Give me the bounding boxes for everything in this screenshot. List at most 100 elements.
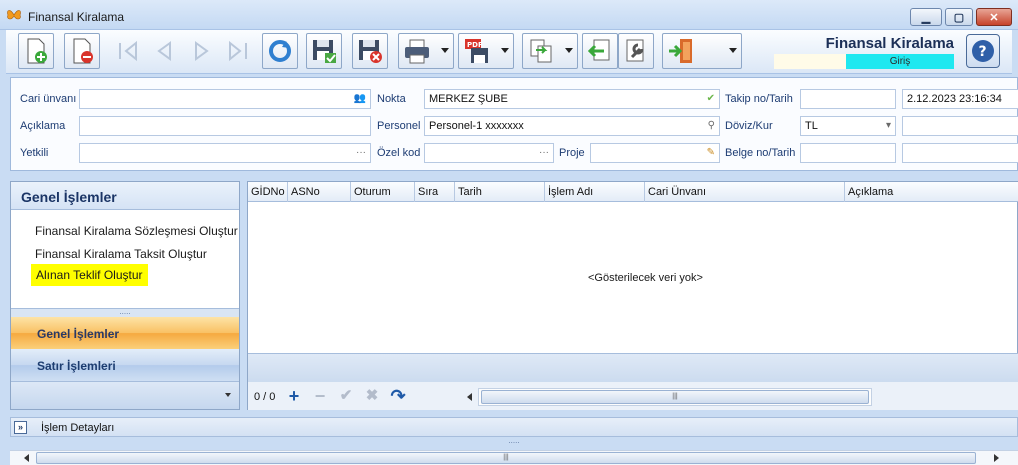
proje-label: Proje (559, 147, 585, 159)
chevron-down-icon (501, 48, 509, 53)
first-record-button[interactable] (110, 33, 146, 69)
refresh-icon (269, 40, 291, 62)
remove-row-icon[interactable]: − (310, 386, 330, 406)
column-header[interactable]: Açıklama (845, 182, 1018, 202)
maximize-button[interactable]: ▢ (945, 8, 973, 26)
import-button[interactable] (582, 33, 618, 69)
help-icon: ? (972, 40, 994, 62)
ellipsis-icon[interactable]: ··· (539, 144, 549, 162)
scroll-left-icon[interactable] (467, 393, 472, 401)
save-button[interactable] (306, 33, 342, 69)
print-icon (405, 39, 429, 64)
checkmark-icon[interactable]: ✔ (707, 90, 715, 108)
yetkili-label: Yetkili (20, 147, 49, 159)
details-bar[interactable]: » İşlem Detayları (10, 417, 1018, 437)
ellipsis-icon[interactable]: ··· (356, 144, 366, 162)
proje-field[interactable]: ✎ (590, 143, 720, 163)
splitter-grip-bottom[interactable]: ..... (10, 437, 1018, 448)
scrollbar-thumb[interactable]: ||| (36, 452, 976, 464)
redo-icon[interactable]: ↷ (388, 386, 408, 406)
window-title: Finansal Kiralama (28, 10, 125, 24)
kur-field[interactable] (902, 116, 1018, 136)
belge-tarih-field[interactable]: . . : : (902, 143, 1018, 163)
column-header[interactable]: Oturum (351, 182, 415, 202)
people-icon[interactable]: 👥 (354, 90, 366, 108)
new-document-button[interactable] (18, 33, 54, 69)
confirm-row-icon[interactable]: ✔ (336, 386, 356, 406)
last-record-icon (229, 40, 247, 62)
refresh-button[interactable] (262, 33, 298, 69)
chevron-down-icon (729, 48, 737, 53)
action-create-leasing-contract[interactable]: Finansal Kiralama Sözleşmesi Oluştur (35, 224, 238, 238)
next-record-button[interactable] (184, 33, 220, 69)
aciklama-field[interactable] (79, 116, 371, 136)
pdf-dropdown[interactable]: PDF (458, 33, 514, 69)
doviz-select[interactable]: TL ▾ (800, 116, 896, 136)
action-create-received-offer[interactable]: Alınan Teklif Oluştur (31, 264, 148, 286)
scroll-right-icon[interactable] (994, 454, 999, 462)
scroll-left-icon[interactable] (24, 454, 29, 462)
svg-text:PDF: PDF (467, 41, 483, 49)
previous-record-button[interactable] (146, 33, 182, 69)
mode-badge: Giriş (846, 54, 954, 69)
page-horizontal-scrollbar[interactable]: ||| (10, 450, 1018, 465)
doviz-label: Döviz/Kur (725, 120, 773, 132)
chevron-down-icon (225, 393, 231, 397)
grid-horizontal-scrollbar[interactable]: ||| (478, 388, 872, 406)
person-search-icon[interactable]: ⚲ (708, 117, 715, 135)
chevron-down-icon[interactable]: ▾ (886, 117, 891, 135)
edit-icon[interactable]: ✎ (707, 144, 715, 162)
panel-overflow-button[interactable] (11, 381, 239, 409)
scrollbar-thumb[interactable]: ||| (481, 390, 869, 404)
delete-document-icon (73, 38, 93, 64)
column-header[interactable]: Sıra (415, 182, 455, 202)
ozelkod-field[interactable]: ··· (424, 143, 554, 163)
aciklama-label: Açıklama (20, 120, 66, 132)
cancel-row-icon[interactable]: ✖ (362, 386, 382, 406)
details-label: İşlem Detayları (41, 422, 115, 434)
help-button[interactable]: ? (966, 34, 1000, 68)
nokta-label: Nokta (377, 93, 406, 105)
column-header[interactable]: İşlem Adı (545, 182, 645, 202)
cancel-save-button[interactable] (352, 33, 388, 69)
new-document-icon (27, 38, 47, 64)
pdf-save-icon: PDF (465, 39, 488, 63)
close-button[interactable]: ✕ (976, 8, 1012, 26)
expand-chevron-icon[interactable]: » (14, 421, 27, 434)
delete-document-button[interactable] (64, 33, 100, 69)
personel-field[interactable]: Personel-1 xxxxxxx ⚲ (424, 116, 720, 136)
chevron-down-icon (441, 48, 449, 53)
takip-no-field[interactable] (800, 89, 896, 109)
previous-record-icon (157, 41, 171, 61)
copy-dropdown[interactable] (522, 33, 578, 69)
chevron-down-icon (565, 48, 573, 53)
print-dropdown[interactable] (398, 33, 454, 69)
column-header[interactable]: Cari Ünvanı (645, 182, 845, 202)
tab-genel-islemler[interactable]: Genel İşlemler (11, 317, 239, 349)
records-grid: GİDNo ASNo Oturum Sıra Tarih İşlem Adı C… (247, 181, 1018, 410)
yetkili-field[interactable]: ··· (79, 143, 371, 163)
title-bar: Finansal Kiralama ▁ ▢ ✕ (0, 0, 1018, 30)
grid-filter-row[interactable] (248, 353, 1018, 383)
close-icon: ✕ (989, 11, 999, 24)
personel-label: Personel (377, 120, 421, 132)
doviz-value: TL (805, 120, 818, 132)
column-header[interactable]: Tarih (455, 182, 545, 202)
nokta-field[interactable]: MERKEZ ŞUBE ✔ (424, 89, 720, 109)
belge-no-field[interactable] (800, 143, 896, 163)
tab-satir-islemleri[interactable]: Satır İşlemleri (11, 349, 239, 381)
add-row-icon[interactable]: + (284, 386, 304, 406)
column-header[interactable]: GİDNo (248, 182, 288, 202)
panel-header: Genel İşlemler (11, 182, 239, 210)
cari-field[interactable]: 👥 (79, 89, 371, 109)
belge-label: Belge no/Tarih (725, 147, 796, 159)
column-header[interactable]: ASNo (288, 182, 351, 202)
settings-button[interactable] (618, 33, 654, 69)
action-create-leasing-installment[interactable]: Finansal Kiralama Taksit Oluştur (35, 247, 207, 261)
exit-dropdown[interactable] (662, 33, 742, 69)
personel-value: Personel-1 xxxxxxx (429, 120, 524, 132)
minimize-button[interactable]: ▁ (910, 8, 942, 26)
takip-tarih-value: 2.12.2023 23:16:34 (907, 93, 1002, 105)
takip-tarih-field[interactable]: 2.12.2023 23:16:34 (902, 89, 1018, 109)
last-record-button[interactable] (220, 33, 256, 69)
